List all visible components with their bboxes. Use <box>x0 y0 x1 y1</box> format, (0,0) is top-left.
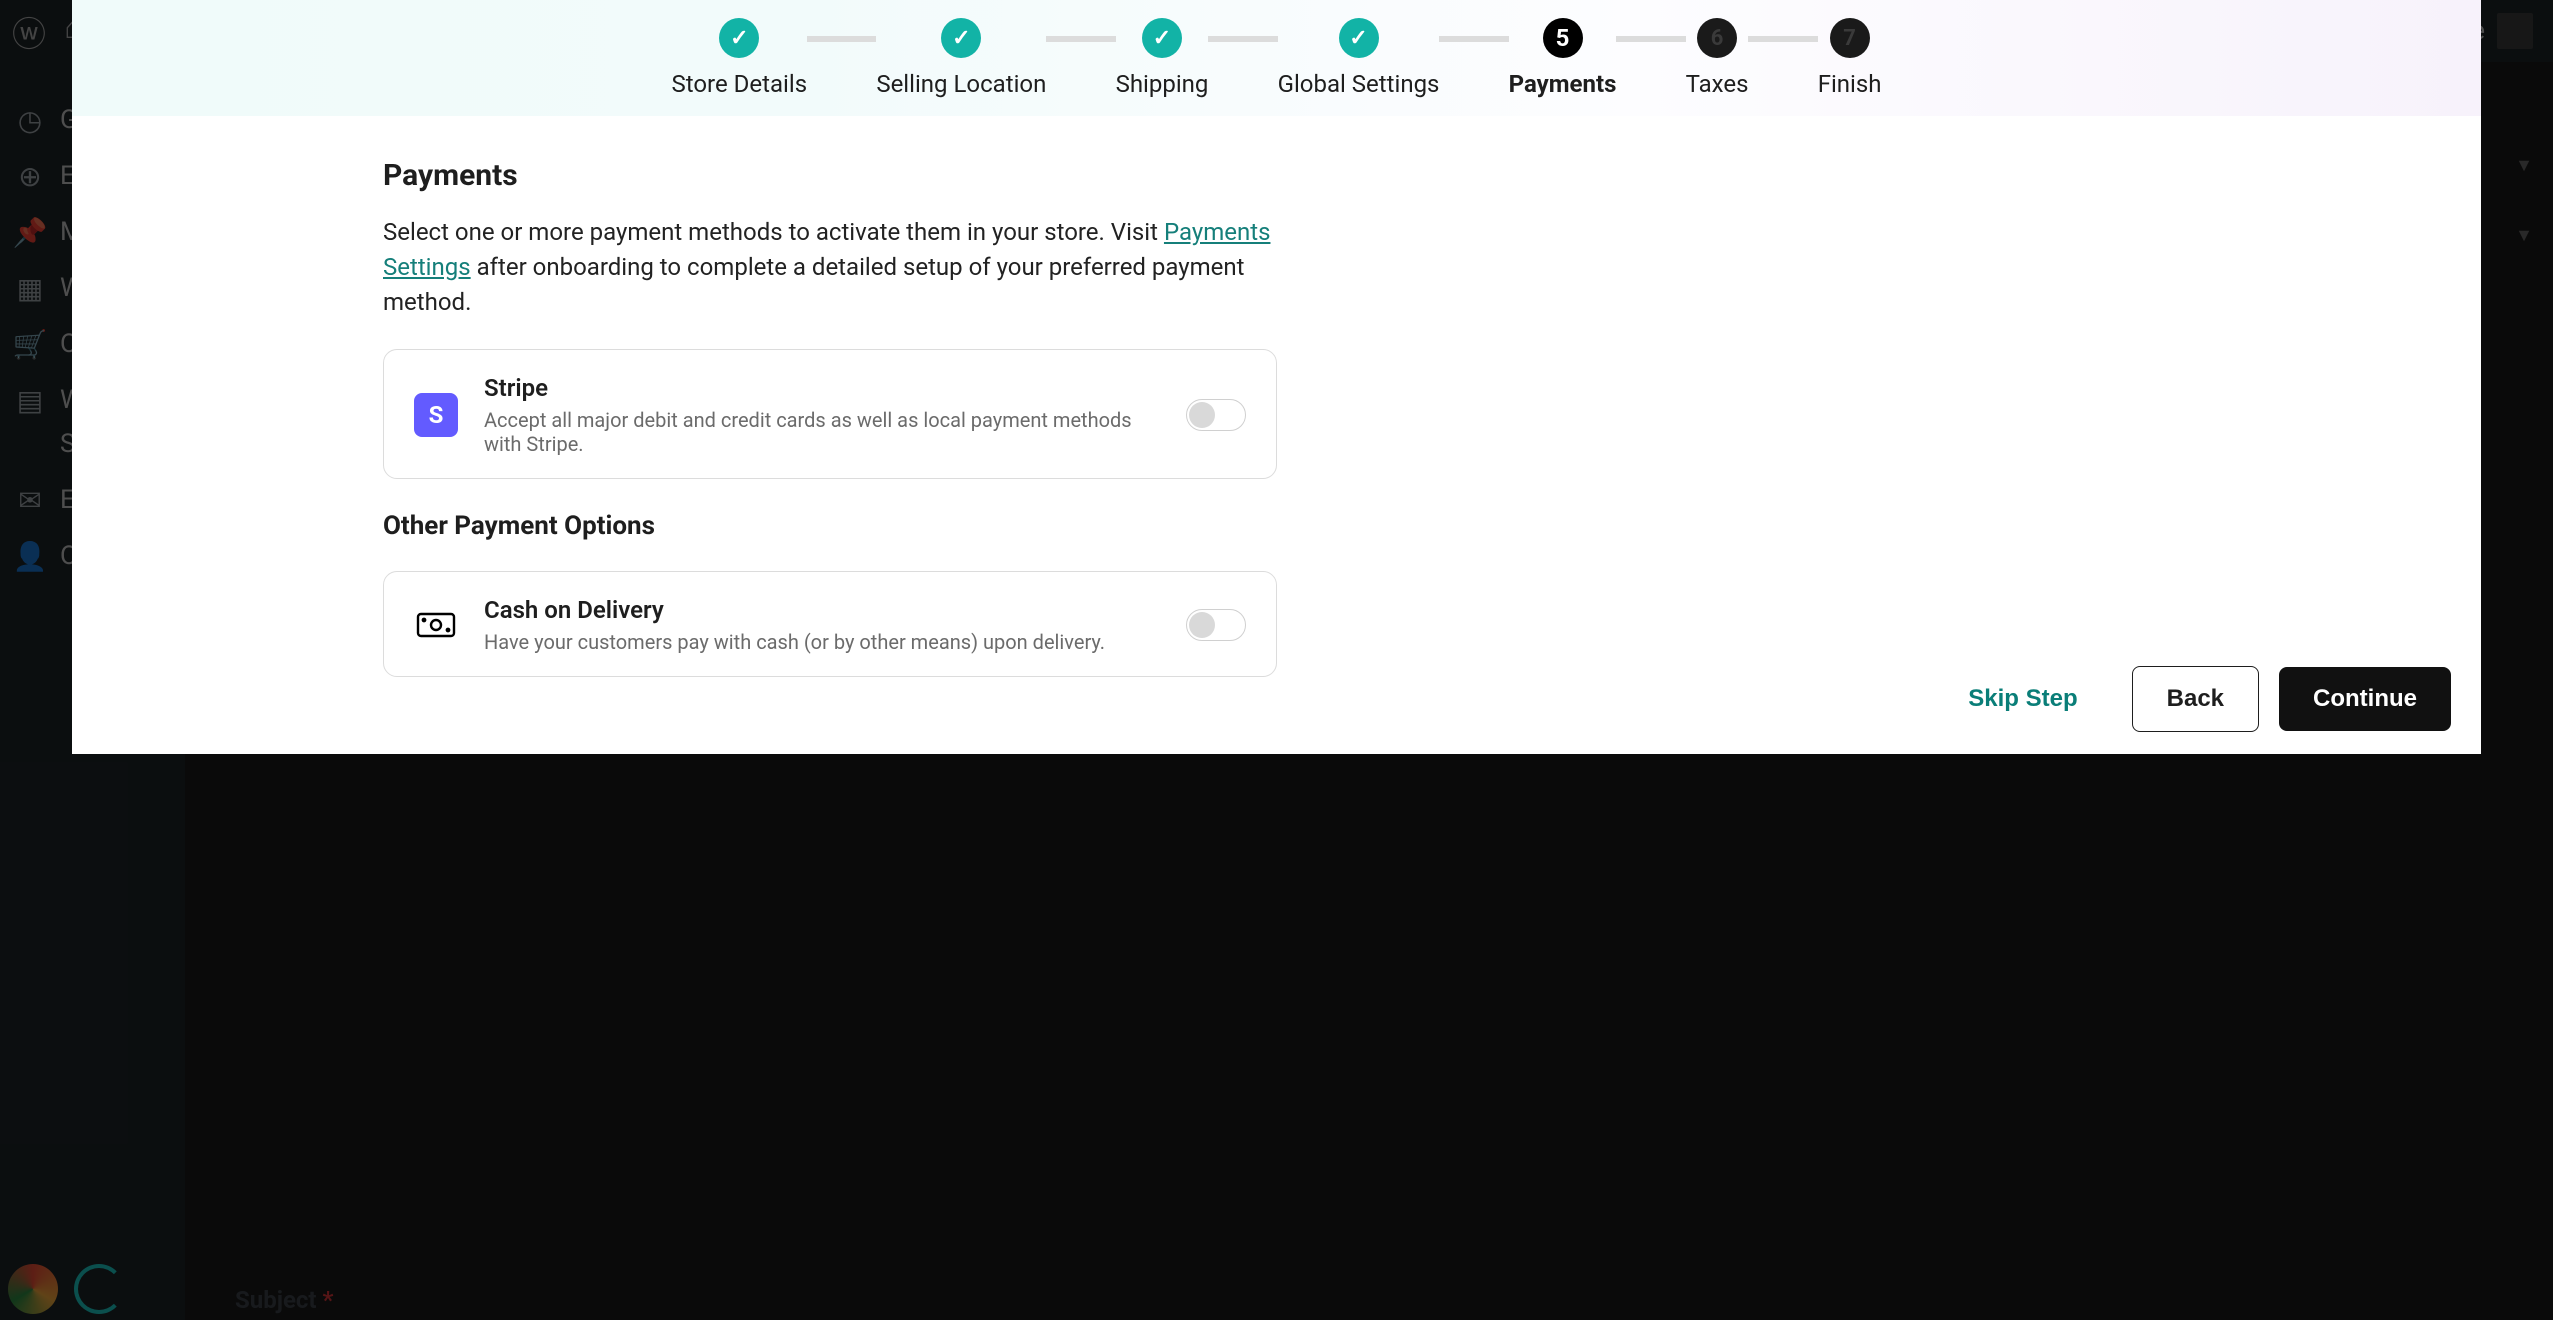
option-title: Stripe <box>484 374 1160 402</box>
step-number: 5 <box>1543 18 1583 58</box>
payment-option-stripe: S Stripe Accept all major debit and cred… <box>383 349 1277 479</box>
stripe-toggle[interactable] <box>1186 399 1246 431</box>
step-label: Store Details <box>672 70 808 98</box>
step-label: Selling Location <box>876 70 1046 98</box>
wizard-footer: Skip Step Back Continue <box>72 664 2481 754</box>
step-label: Global Settings <box>1278 70 1440 98</box>
check-icon <box>941 18 981 58</box>
step-label: Shipping <box>1116 70 1209 98</box>
step-taxes[interactable]: 6 Taxes <box>1686 18 1749 98</box>
onboarding-wizard-modal: Store Details Selling Location Shipping … <box>72 0 2481 754</box>
step-selling-location[interactable]: Selling Location <box>876 18 1046 98</box>
skip-step-button[interactable]: Skip Step <box>1934 667 2111 731</box>
cod-toggle[interactable] <box>1186 609 1246 641</box>
wizard-stepper: Store Details Selling Location Shipping … <box>72 0 2481 116</box>
step-number: 7 <box>1830 18 1870 58</box>
step-store-details[interactable]: Store Details <box>672 18 808 98</box>
step-label: Taxes <box>1686 70 1749 98</box>
step-number: 6 <box>1697 18 1737 58</box>
check-icon <box>1339 18 1379 58</box>
check-icon <box>719 18 759 58</box>
step-label: Finish <box>1818 70 1882 98</box>
step-connector <box>1748 36 1817 42</box>
lead-after: after onboarding to complete a detailed … <box>383 253 1245 316</box>
step-shipping[interactable]: Shipping <box>1116 18 1209 98</box>
check-icon <box>1142 18 1182 58</box>
step-payments[interactable]: 5 Payments <box>1509 18 1617 98</box>
page-title: Payments <box>383 158 1277 193</box>
step-connector <box>1046 36 1115 42</box>
option-desc: Have your customers pay with cash (or by… <box>484 630 1160 654</box>
cash-icon <box>414 603 458 647</box>
step-connector <box>807 36 876 42</box>
toggle-knob <box>1189 612 1215 638</box>
step-label: Payments <box>1509 70 1617 98</box>
lead-text: Select one or more payment methods to ac… <box>383 215 1277 319</box>
continue-button[interactable]: Continue <box>2279 667 2451 731</box>
step-connector <box>1439 36 1508 42</box>
payment-option-cod: Cash on Delivery Have your customers pay… <box>383 571 1277 677</box>
lead-before: Select one or more payment methods to ac… <box>383 218 1164 246</box>
other-options-heading: Other Payment Options <box>383 511 1277 541</box>
step-connector <box>1616 36 1685 42</box>
toggle-knob <box>1189 402 1215 428</box>
step-global-settings[interactable]: Global Settings <box>1278 18 1440 98</box>
back-button[interactable]: Back <box>2132 666 2259 732</box>
step-connector <box>1208 36 1277 42</box>
step-finish[interactable]: 7 Finish <box>1818 18 1882 98</box>
option-title: Cash on Delivery <box>484 596 1160 624</box>
option-desc: Accept all major debit and credit cards … <box>484 408 1160 456</box>
stripe-icon: S <box>414 393 458 437</box>
wizard-content: Payments Select one or more payment meth… <box>72 116 2481 754</box>
